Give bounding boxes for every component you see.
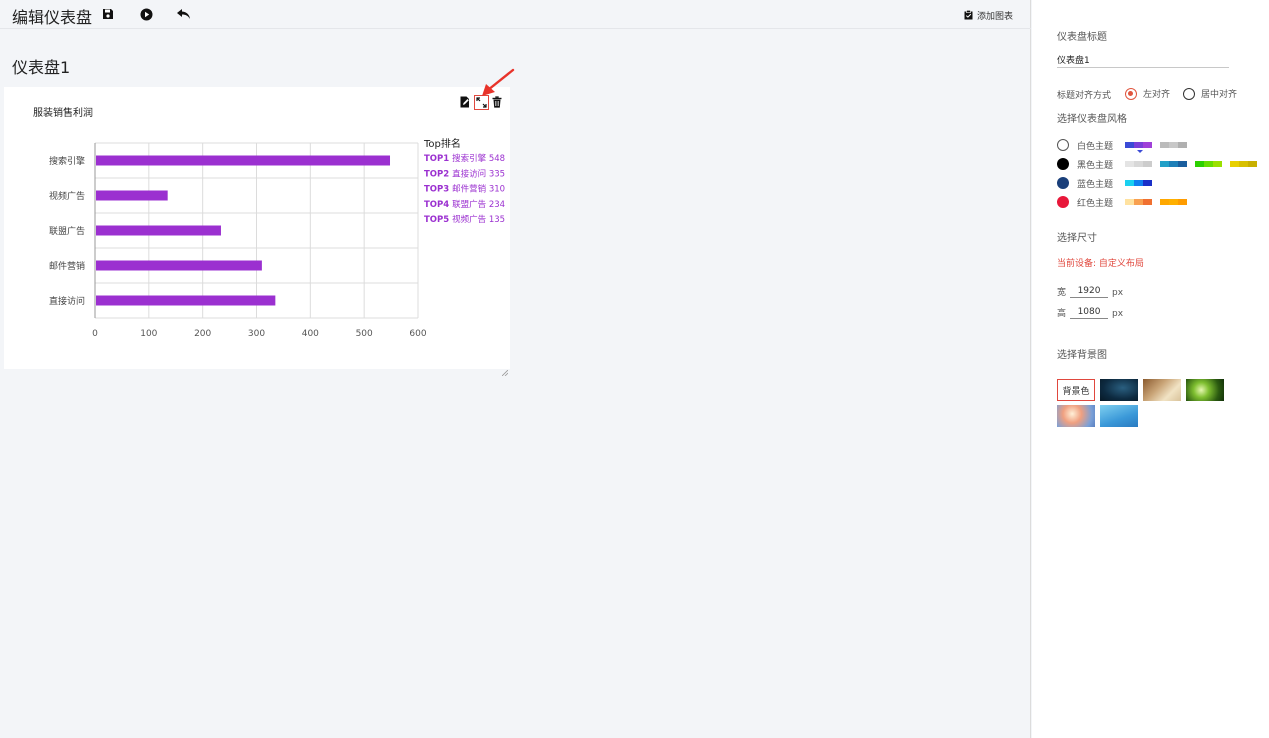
theme-radio-icon bbox=[1057, 158, 1069, 170]
background-label: 选择背景图 bbox=[1057, 350, 1107, 361]
theme-swatch[interactable] bbox=[1160, 161, 1187, 167]
bar bbox=[96, 260, 262, 271]
legend-item: TOP1 搜索引擎 548 bbox=[424, 153, 505, 164]
background-thumb-dark-blue[interactable] bbox=[1100, 379, 1138, 401]
save-icon[interactable] bbox=[100, 6, 116, 22]
selected-swatch-caret-icon bbox=[1137, 150, 1143, 153]
height-unit: px bbox=[1112, 309, 1124, 319]
app-title: 编辑仪表盘 bbox=[12, 8, 93, 27]
legend-text: 邮件营销 310 bbox=[452, 184, 505, 195]
theme-name: 黑色主题 bbox=[1077, 160, 1114, 171]
theme-swatch[interactable] bbox=[1125, 180, 1152, 186]
chart-title: 服装销售利润 bbox=[33, 108, 93, 119]
resize-handle[interactable] bbox=[501, 361, 509, 377]
theme-swatch[interactable] bbox=[1125, 199, 1152, 205]
theme-radio-icon bbox=[1057, 177, 1069, 189]
height-row: 高 px bbox=[1057, 305, 1123, 319]
legend-item: TOP5 视频广告 135 bbox=[424, 214, 505, 225]
legend-text: 搜索引擎 548 bbox=[452, 153, 505, 164]
annotation-arrow-icon bbox=[482, 68, 515, 96]
x-tick-label: 100 bbox=[140, 329, 157, 339]
y-category-label: 搜索引擎 bbox=[49, 155, 85, 167]
undo-icon[interactable] bbox=[175, 6, 191, 22]
legend-rank: TOP4 bbox=[424, 200, 452, 210]
background-thumb-sky-blue[interactable] bbox=[1100, 405, 1138, 427]
legend-rank: TOP3 bbox=[424, 185, 452, 195]
legend-rank: TOP2 bbox=[424, 169, 452, 179]
legend-text: 直接访问 335 bbox=[452, 168, 505, 179]
add-chart-button[interactable]: 添加图表 bbox=[964, 8, 1013, 22]
settings-panel: 仪表盘标题 标题对齐方式 左对齐 居中对齐 选择仪表盘风格 白色主题黑色主题蓝色… bbox=[1032, 0, 1269, 738]
legend-title: Top排名 bbox=[423, 137, 461, 150]
theme-name: 白色主题 bbox=[1077, 141, 1114, 152]
legend-text: 联盟广告 234 bbox=[452, 199, 505, 210]
legend-rank: TOP1 bbox=[424, 154, 452, 164]
theme-swatch[interactable] bbox=[1160, 142, 1187, 148]
width-unit: px bbox=[1112, 288, 1124, 298]
background-thumb-beige[interactable] bbox=[1143, 379, 1181, 401]
bar bbox=[96, 295, 276, 306]
x-tick-label: 500 bbox=[356, 329, 373, 339]
height-input[interactable] bbox=[1070, 305, 1109, 319]
width-row: 宽 px bbox=[1057, 284, 1123, 298]
legend-item: TOP3 邮件营销 310 bbox=[424, 184, 505, 195]
theme-radio-icon bbox=[1057, 196, 1069, 208]
background-color-button[interactable]: 背景色 bbox=[1057, 379, 1095, 401]
width-input[interactable] bbox=[1070, 284, 1109, 298]
x-tick-label: 200 bbox=[194, 329, 211, 339]
add-chart-label: 添加图表 bbox=[977, 11, 1014, 22]
align-center-radio[interactable]: 居中对齐 bbox=[1183, 87, 1237, 100]
theme-swatch[interactable] bbox=[1125, 142, 1152, 148]
size-label: 选择尺寸 bbox=[1057, 233, 1097, 244]
theme-name: 蓝色主题 bbox=[1077, 179, 1114, 190]
background-thumb-pastel[interactable] bbox=[1057, 405, 1095, 427]
theme-option[interactable]: 白色主题 bbox=[1057, 138, 1187, 152]
device-info: 当前设备: 自定义布局 bbox=[1057, 259, 1144, 269]
bar bbox=[96, 190, 168, 201]
x-tick-label: 0 bbox=[92, 329, 98, 339]
x-tick-label: 400 bbox=[302, 329, 319, 339]
width-label: 宽 bbox=[1057, 288, 1067, 298]
align-left-label: 左对齐 bbox=[1143, 90, 1171, 100]
x-tick-label: 600 bbox=[409, 329, 426, 339]
editor-area: 编辑仪表盘 添加图表 仪表盘1 0 100 200 300 400 500 600 搜索引擎视… bbox=[0, 0, 1031, 738]
preview-icon[interactable] bbox=[138, 6, 154, 22]
y-category-label: 视频广告 bbox=[49, 190, 85, 202]
height-label: 高 bbox=[1057, 309, 1067, 319]
legend-rank: TOP5 bbox=[424, 215, 452, 225]
bar bbox=[96, 225, 221, 236]
theme-option[interactable]: 蓝色主题 bbox=[1057, 176, 1152, 190]
title-setting-label: 仪表盘标题 bbox=[1057, 32, 1107, 43]
dashboard-title-input[interactable] bbox=[1057, 52, 1229, 68]
theme-option[interactable]: 黑色主题 bbox=[1057, 157, 1257, 171]
legend-item: TOP4 联盟广告 234 bbox=[424, 199, 505, 210]
toolbar: 编辑仪表盘 添加图表 bbox=[0, 0, 1031, 29]
bar bbox=[96, 155, 391, 166]
align-left-radio[interactable]: 左对齐 bbox=[1125, 87, 1170, 100]
theme-swatch[interactable] bbox=[1160, 199, 1187, 205]
legend-text: 视频广告 135 bbox=[452, 214, 505, 225]
theme-name: 红色主题 bbox=[1077, 198, 1114, 209]
style-label: 选择仪表盘风格 bbox=[1057, 114, 1127, 125]
y-category-label: 邮件营销 bbox=[49, 260, 85, 272]
align-label: 标题对齐方式 bbox=[1057, 91, 1112, 101]
radio-unchecked-icon bbox=[1183, 87, 1195, 100]
align-center-label: 居中对齐 bbox=[1201, 90, 1238, 100]
theme-option[interactable]: 红色主题 bbox=[1057, 195, 1187, 209]
clipboard-icon bbox=[964, 10, 973, 20]
chart-card[interactable]: 0 100 200 300 400 500 600 搜索引擎视频广告联盟广告邮件营销直接访问 T… bbox=[4, 87, 510, 377]
theme-swatch[interactable] bbox=[1230, 161, 1257, 167]
edit-chart-icon[interactable] bbox=[459, 95, 471, 109]
legend-item: TOP2 直接访问 335 bbox=[424, 168, 505, 179]
radio-checked-icon bbox=[1125, 87, 1137, 100]
background-thumb-green[interactable] bbox=[1186, 379, 1224, 401]
y-category-label: 直接访问 bbox=[49, 295, 85, 307]
theme-radio-icon bbox=[1057, 139, 1069, 151]
dashboard-title: 仪表盘1 bbox=[12, 58, 71, 77]
theme-swatch[interactable] bbox=[1195, 161, 1222, 167]
theme-swatch[interactable] bbox=[1125, 161, 1152, 167]
x-tick-label: 300 bbox=[248, 329, 265, 339]
bar-chart: 0 100 200 300 400 500 600 搜索引擎视频广告联盟广告邮件营销直接访问 T… bbox=[49, 137, 505, 339]
y-category-label: 联盟广告 bbox=[49, 225, 85, 237]
